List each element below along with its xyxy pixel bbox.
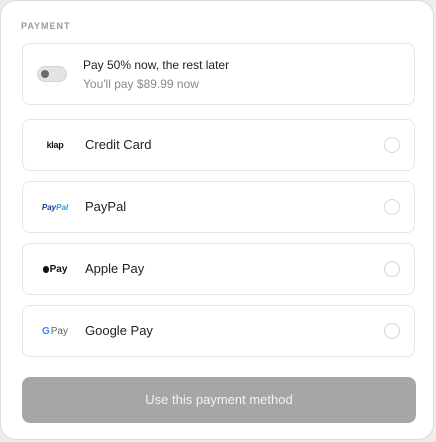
split-payment-subtitle: You'll pay $89.99 now (83, 77, 199, 91)
split-payment-toggle[interactable] (37, 66, 67, 82)
section-title: PAYMENT (21, 21, 71, 31)
klap-logo-icon: klap (35, 120, 75, 170)
payment-method-label: Google Pay (85, 323, 153, 338)
google-pay-logo-text: Pay (50, 325, 68, 337)
paypal-logo-icon: Pay Pal (35, 182, 75, 232)
payment-card: PAYMENT Pay 50% now, the rest later You'… (0, 0, 434, 440)
use-payment-method-button[interactable]: Use this payment method (22, 377, 416, 423)
payment-method-label: Apple Pay (85, 261, 145, 276)
apple-pay-logo-text: Pay (49, 263, 68, 275)
paypal-logo-text-pay: Pay (41, 202, 57, 212)
credit-card-radio[interactable] (384, 137, 400, 153)
toggle-knob (41, 70, 49, 78)
payment-method-paypal[interactable]: Pay Pal PayPal (22, 181, 415, 233)
payment-method-label: Credit Card (85, 137, 152, 152)
payment-method-apple-pay[interactable]: Pay Apple Pay (22, 243, 415, 295)
klap-logo-text: klap (46, 140, 64, 150)
split-payment-title: Pay 50% now, the rest later (83, 58, 230, 72)
payment-method-label: PayPal (85, 199, 127, 214)
apple-pay-radio[interactable] (384, 261, 400, 277)
paypal-radio[interactable] (384, 199, 400, 215)
apple-icon (42, 265, 49, 273)
split-payment-option[interactable]: Pay 50% now, the rest later You'll pay $… (22, 43, 415, 105)
google-g-icon: G (41, 325, 50, 337)
payment-method-credit-card[interactable]: klap Credit Card (22, 119, 415, 171)
google-pay-radio[interactable] (384, 323, 400, 339)
payment-method-google-pay[interactable]: G Pay Google Pay (22, 305, 415, 357)
google-pay-logo-icon: G Pay (35, 306, 75, 356)
paypal-logo-text-pal: Pal (56, 202, 69, 212)
apple-pay-logo-icon: Pay (35, 244, 75, 294)
